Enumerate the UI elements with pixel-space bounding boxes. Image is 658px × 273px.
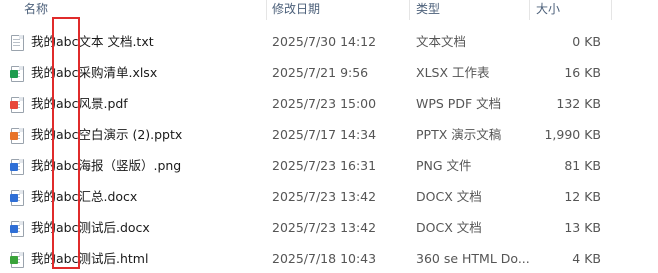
file-size: 81 KB xyxy=(564,158,601,173)
file-date: 2025/7/23 16:31 xyxy=(272,158,377,173)
file-type-badge xyxy=(10,225,18,233)
file-row[interactable]: 我的abc空白演示 (2).pptx 2025/7/17 14:34 PPTX 演示… xyxy=(0,121,658,149)
file-size: 1,990 KB xyxy=(544,127,601,142)
file-icon xyxy=(10,128,24,144)
file-row[interactable]: 我的abc测试后.html 2025/7/18 10:43 360 se HTML … xyxy=(0,245,658,273)
file-date: 2025/7/23 13:42 xyxy=(272,189,377,204)
file-type: 360 se HTML Do... xyxy=(416,251,530,266)
file-type-badge xyxy=(10,256,18,264)
file-icon xyxy=(10,66,24,82)
file-name: 我的abc测试后.html xyxy=(31,251,149,266)
file-row[interactable]: 我的abc汇总.docx 2025/7/23 13:42 DOCX 文档 12 KB xyxy=(0,183,658,211)
file-type: XLSX 工作表 xyxy=(416,65,490,80)
column-header-name[interactable]: 名称 xyxy=(24,0,48,20)
file-icon xyxy=(10,97,24,113)
file-size: 12 KB xyxy=(564,189,601,204)
file-name: 我的abc文本 文档.txt xyxy=(31,34,154,49)
collapse-caret-icon[interactable]: ⌃ xyxy=(336,0,344,6)
file-size: 4 KB xyxy=(572,251,601,266)
file-type: 文本文档 xyxy=(416,34,467,49)
column-header-size[interactable]: 大小 xyxy=(536,0,560,20)
column-divider[interactable] xyxy=(529,0,530,20)
file-icon xyxy=(10,190,24,206)
file-type: WPS PDF 文档 xyxy=(416,96,502,111)
file-date: 2025/7/23 15:00 xyxy=(272,96,377,111)
column-header-type[interactable]: 类型 xyxy=(416,0,440,20)
column-divider[interactable] xyxy=(409,0,410,20)
file-icon xyxy=(10,252,24,268)
column-header-date[interactable]: 修改日期 xyxy=(272,0,320,20)
file-date: 2025/7/21 9:56 xyxy=(272,65,369,80)
file-type: DOCX 文档 xyxy=(416,189,482,204)
file-icon xyxy=(10,159,24,175)
file-size: 16 KB xyxy=(564,65,601,80)
file-type: PPTX 演示文稿 xyxy=(416,127,502,142)
file-date: 2025/7/30 14:12 xyxy=(272,34,377,49)
file-type-badge xyxy=(10,70,18,78)
file-row[interactable]: 我的abc海报（竖版）.png 2025/7/23 16:31 PNG 文件 81 K… xyxy=(0,152,658,180)
file-row[interactable]: 我的abc测试后.docx 2025/7/23 13:42 DOCX 文档 13 KB xyxy=(0,214,658,242)
file-size: 132 KB xyxy=(556,96,601,111)
file-size: 13 KB xyxy=(564,220,601,235)
file-type-badge xyxy=(10,163,18,171)
file-name: 我的abc测试后.docx xyxy=(31,220,150,235)
column-divider[interactable] xyxy=(611,0,612,20)
highlight-box xyxy=(52,17,80,269)
file-type: PNG 文件 xyxy=(416,158,472,173)
file-date: 2025/7/18 10:43 xyxy=(272,251,377,266)
file-name: 我的abc采购清单.xlsx xyxy=(31,65,158,80)
file-name: 我的abc汇总.docx xyxy=(31,189,138,204)
file-date: 2025/7/23 13:42 xyxy=(272,220,377,235)
file-row[interactable]: 我的abc文本 文档.txt 2025/7/30 14:12 文本文档 0 KB xyxy=(0,28,658,56)
file-size: 0 KB xyxy=(572,34,601,49)
file-type-badge xyxy=(10,194,18,202)
file-date: 2025/7/17 14:34 xyxy=(272,127,377,142)
column-divider[interactable] xyxy=(266,0,267,20)
file-icon xyxy=(11,35,24,51)
file-row[interactable]: 我的abc采购清单.xlsx 2025/7/21 9:56 XLSX 工作表 16 K… xyxy=(0,59,658,87)
file-type-badge xyxy=(10,101,18,109)
file-type-badge xyxy=(10,132,18,140)
column-header-row: ⌃ 名称 修改日期 类型 大小 xyxy=(0,0,658,20)
file-row[interactable]: 我的abc风景.pdf 2025/7/23 15:00 WPS PDF 文档 132 … xyxy=(0,90,658,118)
file-icon xyxy=(10,221,24,237)
file-type: DOCX 文档 xyxy=(416,220,482,235)
